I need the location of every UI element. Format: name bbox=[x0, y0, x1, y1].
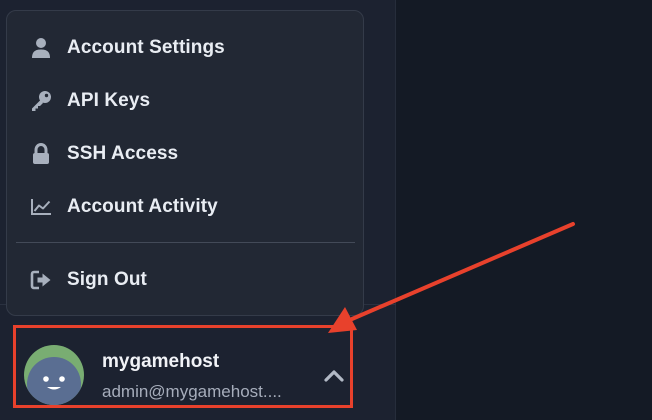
menu-item-label: Account Activity bbox=[67, 196, 218, 217]
menu-item-ssh-access[interactable]: SSH Access bbox=[7, 128, 363, 180]
menu-item-label: Sign Out bbox=[67, 269, 147, 290]
menu-item-label: SSH Access bbox=[67, 143, 179, 164]
main-content-area bbox=[396, 0, 652, 420]
user-account-toggle[interactable]: mygamehost admin@mygamehost.... bbox=[14, 326, 352, 408]
account-dropdown-menu: Account Settings API Keys SSH Access Acc… bbox=[6, 10, 364, 316]
lock-icon bbox=[29, 142, 53, 166]
user-icon bbox=[29, 36, 53, 60]
user-email: admin@mygamehost.... bbox=[102, 382, 282, 401]
menu-item-label: API Keys bbox=[67, 90, 151, 111]
key-icon bbox=[29, 89, 53, 113]
avatar bbox=[24, 345, 84, 405]
user-name: mygamehost bbox=[102, 351, 220, 372]
menu-item-account-activity[interactable]: Account Activity bbox=[7, 181, 363, 233]
chart-line-icon bbox=[29, 195, 53, 219]
menu-item-sign-out[interactable]: Sign Out bbox=[7, 254, 363, 306]
chevron-up-icon[interactable] bbox=[323, 368, 345, 384]
app-window: Account Settings API Keys SSH Access Acc… bbox=[0, 0, 652, 420]
menu-item-label: Account Settings bbox=[67, 37, 225, 58]
sign-out-icon bbox=[29, 268, 53, 292]
menu-item-api-keys[interactable]: API Keys bbox=[7, 75, 363, 127]
menu-divider bbox=[16, 242, 355, 243]
menu-item-account-settings[interactable]: Account Settings bbox=[7, 22, 363, 74]
